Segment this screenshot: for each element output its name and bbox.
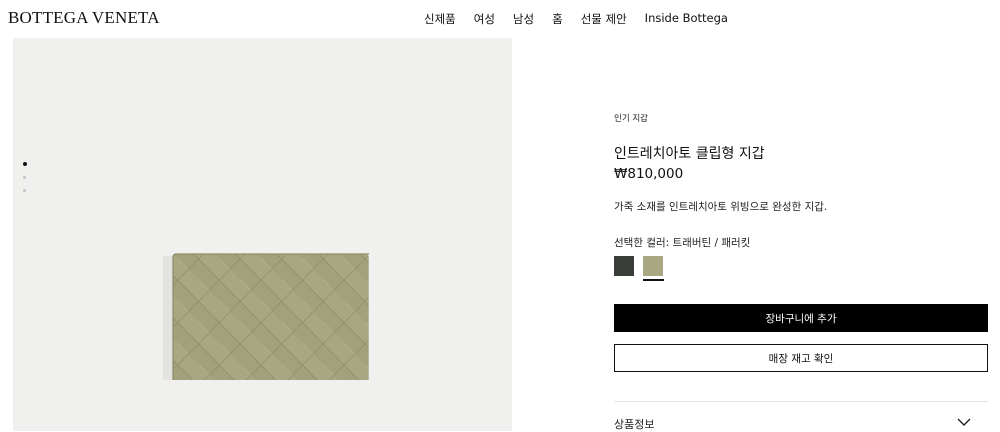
selected-color-label: 선택한 컬러: 트래버틴 / 패러킷	[614, 237, 751, 249]
product-image-wallet	[163, 253, 369, 380]
main-nav: 신제품 여성 남성 홈 선물 제안 Inside Bottega	[424, 11, 728, 27]
color-swatch-olive[interactable]	[643, 256, 663, 276]
nav-item-women[interactable]: 여성	[474, 11, 495, 27]
check-store-stock-button[interactable]: 매장 재고 확인	[614, 344, 988, 372]
product-price: ₩810,000	[614, 166, 684, 182]
product-gallery[interactable]	[13, 38, 512, 431]
color-swatch-dark[interactable]	[614, 256, 634, 276]
chevron-down-icon[interactable]	[957, 417, 971, 427]
nav-item-men[interactable]: 남성	[513, 11, 534, 27]
brand-logo[interactable]: BOTTEGA VENETA	[8, 8, 160, 28]
gallery-pagination	[22, 162, 27, 202]
section-divider	[614, 401, 988, 402]
product-info-accordion[interactable]: 상품정보	[614, 416, 654, 432]
nav-item-new[interactable]: 신제품	[424, 11, 456, 27]
product-title: 인트레치아토 클립형 지갑	[614, 146, 765, 162]
nav-item-inside-bottega[interactable]: Inside Bottega	[645, 11, 728, 27]
nav-item-gifts[interactable]: 선물 제안	[581, 11, 627, 27]
nav-item-home[interactable]: 홈	[552, 11, 563, 27]
product-category[interactable]: 인기 지갑	[614, 112, 648, 124]
gallery-dot-1[interactable]	[22, 162, 27, 166]
gallery-dot-2[interactable]	[23, 176, 26, 179]
gallery-dot-3[interactable]	[23, 189, 26, 192]
product-description: 가죽 소재를 인트레치아토 위빙으로 완성한 지갑.	[614, 201, 828, 213]
selected-swatch-indicator	[643, 279, 664, 281]
add-to-cart-button[interactable]: 장바구니에 추가	[614, 304, 988, 332]
